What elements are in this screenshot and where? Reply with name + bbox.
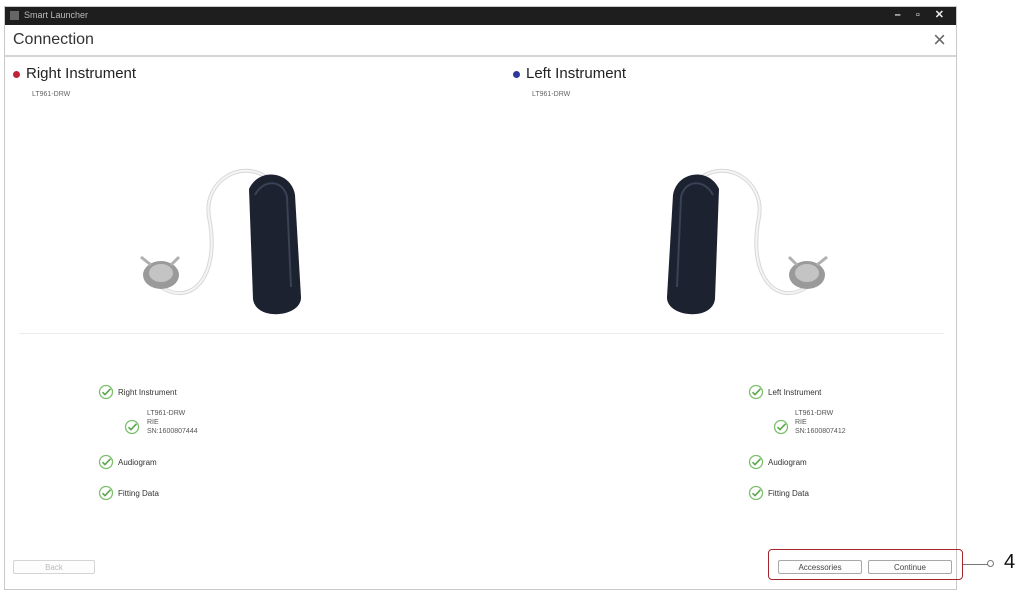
window-controls[interactable]: – ▫ ✕ <box>895 8 950 21</box>
check-icon <box>748 454 764 470</box>
check-icon <box>773 419 789 435</box>
left-detail-model: LT961-DRW <box>795 410 834 417</box>
left-instrument-model: LT961-DRW <box>532 91 571 98</box>
left-fitting-label: Fitting Data <box>768 488 809 498</box>
left-instrument-heading: Left Instrument <box>513 65 626 82</box>
right-fitting-label: Fitting Data <box>118 488 159 498</box>
right-instrument-check-label: Right Instrument <box>118 387 177 397</box>
left-fitting-check: Fitting Data <box>748 485 809 501</box>
callout-highlight-box <box>768 549 963 580</box>
check-icon <box>98 485 114 501</box>
right-audiogram-check: Audiogram <box>98 454 157 470</box>
left-detail-type: RIE <box>795 419 807 426</box>
right-hearing-aid-image <box>140 168 302 315</box>
left-audiogram-check: Audiogram <box>748 454 807 470</box>
callout-dot <box>987 560 994 567</box>
right-instrument-details: LT961-DRW RIE SN:1600807444 <box>147 409 198 436</box>
check-icon <box>124 419 140 435</box>
page-header: Connection × <box>5 25 956 57</box>
left-detail-serial: SN:1600807412 <box>795 428 846 435</box>
right-instrument-heading: Right Instrument <box>13 65 136 82</box>
check-icon <box>748 384 764 400</box>
left-instrument-check-label: Left Instrument <box>768 387 822 397</box>
section-divider <box>19 333 944 334</box>
right-fitting-check: Fitting Data <box>98 485 159 501</box>
left-instrument-details: LT961-DRW RIE SN:1600807412 <box>795 409 846 436</box>
check-icon <box>748 485 764 501</box>
right-details-check <box>124 419 144 435</box>
right-instrument-label: Right Instrument <box>26 65 137 82</box>
right-indicator-dot <box>13 70 20 78</box>
callout-number: 4 <box>1004 551 1016 573</box>
check-icon <box>98 384 114 400</box>
left-indicator-dot <box>513 70 520 78</box>
right-detail-model: LT961-DRW <box>147 410 186 417</box>
close-icon[interactable]: × <box>933 27 946 53</box>
right-instrument-model: LT961-DRW <box>32 91 71 98</box>
left-instrument-label: Left Instrument <box>526 65 627 82</box>
callout-line <box>963 564 989 565</box>
check-icon <box>98 454 114 470</box>
title-bar: Smart Launcher – ▫ ✕ <box>5 7 956 25</box>
window-title: Smart Launcher <box>24 10 89 20</box>
right-instrument-check: Right Instrument <box>98 384 177 400</box>
right-audiogram-label: Audiogram <box>118 457 157 467</box>
right-detail-serial: SN:1600807444 <box>147 428 198 435</box>
left-audiogram-label: Audiogram <box>768 457 807 467</box>
back-button[interactable]: Back <box>13 560 95 574</box>
left-hearing-aid-image <box>666 168 828 315</box>
page-title: Connection <box>13 31 94 48</box>
left-instrument-check: Left Instrument <box>748 384 821 400</box>
right-detail-type: RIE <box>147 419 159 426</box>
left-details-check <box>773 419 793 435</box>
app-window: Smart Launcher – ▫ ✕ Connection × Right … <box>4 6 957 590</box>
app-icon <box>10 11 19 20</box>
